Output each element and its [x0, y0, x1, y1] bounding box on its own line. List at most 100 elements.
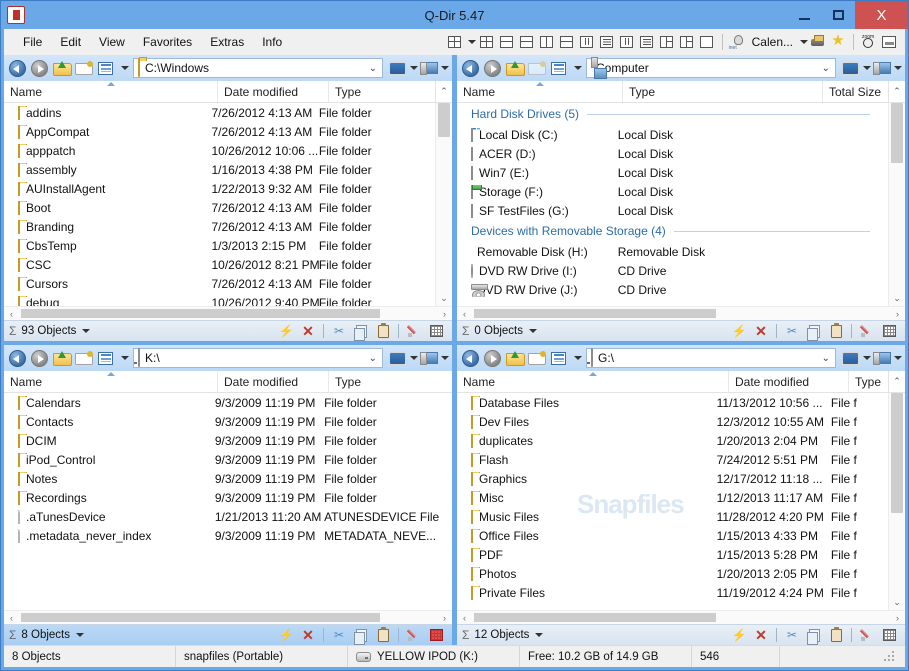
column-header-type[interactable]: Type	[329, 81, 435, 102]
scroll-right-arrow-icon[interactable]: ›	[890, 309, 905, 319]
panel-1-address-bar[interactable]: C:\Windows ⌄	[133, 58, 383, 78]
menu-extras[interactable]: Extras	[201, 32, 253, 52]
scroll-track-h[interactable]	[19, 307, 437, 320]
layout-2-pane-horizontal-icon[interactable]	[559, 34, 575, 50]
scroll-track[interactable]	[436, 103, 452, 290]
panel-4-fullscreen-button[interactable]	[842, 352, 871, 365]
panel-1-computer-button[interactable]	[420, 62, 449, 75]
forward-button[interactable]	[482, 58, 503, 79]
table-row[interactable]: addins7/26/2012 4:13 AMFile folder	[4, 103, 435, 122]
scroll-right-arrow-icon[interactable]: ›	[890, 613, 905, 623]
layout-split-right-icon[interactable]	[679, 34, 695, 50]
scroll-thumb-h[interactable]	[21, 613, 380, 622]
layout-3-pane-top-icon[interactable]	[499, 34, 515, 50]
column-header-type[interactable]: Type	[623, 81, 823, 102]
panel-2-computer-button[interactable]	[873, 62, 902, 75]
chevron-down-icon[interactable]: ⌄	[822, 63, 830, 74]
panel-4-file-list[interactable]: Database Files11/13/2012 10:56 ...File f…	[457, 393, 888, 610]
table-row[interactable]: DVD RW Drive (I:)CD Drive	[457, 261, 888, 280]
panel-4-address-bar[interactable]: G:\ ⌄	[586, 348, 836, 368]
maximize-button[interactable]	[821, 1, 855, 29]
column-header-name[interactable]: Name	[457, 81, 623, 102]
new-folder-button[interactable]	[73, 348, 94, 369]
scroll-thumb-h[interactable]	[474, 613, 716, 622]
back-button[interactable]	[7, 58, 28, 79]
view-grid-caret-icon[interactable]	[570, 66, 582, 70]
menu-info[interactable]: Info	[253, 32, 291, 52]
layout-3-rows-icon[interactable]	[599, 34, 615, 50]
table-row[interactable]: Dev Files12/3/2012 10:55 AMFile f	[457, 412, 888, 431]
chevron-down-icon[interactable]: ⌄	[822, 353, 830, 364]
panel-4-vertical-scrollbar[interactable]: ⌄	[888, 393, 905, 610]
rename-icon[interactable]	[857, 323, 877, 340]
view-grid-caret-icon[interactable]	[570, 356, 582, 360]
scroll-down-arrow-icon[interactable]: ⌄	[440, 290, 448, 306]
view-grid-caret-icon[interactable]	[117, 66, 129, 70]
column-header-name[interactable]: Name	[457, 371, 729, 392]
panel-3-computer-button[interactable]	[420, 352, 449, 365]
scroll-down-arrow-icon[interactable]: ⌄	[893, 594, 901, 610]
scroll-thumb-h[interactable]	[21, 309, 380, 318]
layout-dropdown-caret-icon[interactable]	[465, 40, 477, 44]
table-row[interactable]: CbsTemp1/3/2013 2:15 PMFile folder	[4, 236, 435, 255]
table-row[interactable]: assembly1/16/2013 4:38 PMFile folder	[4, 160, 435, 179]
zoom-icon[interactable]	[861, 34, 877, 50]
scroll-track-h[interactable]	[19, 611, 437, 624]
panel-1-horizontal-scrollbar[interactable]: ‹ ›	[4, 306, 452, 320]
up-folder-button[interactable]	[504, 58, 525, 79]
table-row[interactable]: Music Files11/28/2012 4:20 PMFile f	[457, 507, 888, 526]
paste-icon[interactable]	[373, 627, 393, 644]
table-row[interactable]: Flash7/24/2012 5:51 PMFile f	[457, 450, 888, 469]
cut-icon[interactable]: ✂	[329, 323, 349, 340]
column-header-date[interactable]: Date modified	[218, 81, 329, 102]
menu-file[interactable]: File	[14, 32, 51, 52]
table-row[interactable]: Office Files1/15/2013 4:33 PMFile f	[457, 526, 888, 545]
scroll-right-arrow-icon[interactable]: ›	[437, 309, 452, 319]
panel-2-fullscreen-button[interactable]	[842, 62, 871, 75]
view-grid-button[interactable]	[95, 58, 116, 79]
layout-single-pane-icon[interactable]	[699, 34, 715, 50]
panel-2-address-bar[interactable]: Computer ⌄	[586, 58, 836, 78]
refresh-icon[interactable]: ⚡	[276, 323, 296, 340]
up-folder-button[interactable]	[504, 348, 525, 369]
layout-4-pane-icon[interactable]	[447, 34, 463, 50]
table-row[interactable]: Branding7/26/2012 4:13 AMFile folder	[4, 217, 435, 236]
resize-grip-icon[interactable]	[881, 650, 895, 664]
layout-3-pane-bottom-icon[interactable]	[519, 34, 535, 50]
panel-3-fullscreen-button[interactable]	[389, 352, 418, 365]
column-header-date[interactable]: Date modified	[218, 371, 329, 392]
layout-3-columns-icon[interactable]	[579, 34, 595, 50]
column-header-date[interactable]: Date modified	[729, 371, 849, 392]
table-row[interactable]: Storage (F:)Local Disk	[457, 182, 888, 201]
panel-4-computer-button[interactable]	[873, 352, 902, 365]
table-row[interactable]: Photos1/20/2013 2:05 PMFile f	[457, 564, 888, 583]
scroll-thumb-h[interactable]	[474, 309, 716, 318]
chevron-down-icon[interactable]: ⌄	[369, 63, 377, 74]
copy-icon[interactable]	[351, 323, 371, 340]
table-row[interactable]: ACER (D:)Local Disk	[457, 144, 888, 163]
panel-2-file-list[interactable]: Hard Disk Drives (5)Local Disk (C:)Local…	[457, 103, 888, 306]
star-icon[interactable]: ★	[830, 34, 846, 50]
table-row[interactable]: duplicates1/20/2013 2:04 PMFile f	[457, 431, 888, 450]
up-folder-button[interactable]	[51, 58, 72, 79]
refresh-icon[interactable]: ⚡	[729, 323, 749, 340]
panel-2-vertical-scrollbar[interactable]: ⌄	[888, 103, 905, 306]
scroll-thumb[interactable]	[438, 103, 450, 137]
select-icon[interactable]	[879, 627, 899, 644]
paste-icon[interactable]	[826, 627, 846, 644]
table-row[interactable]: Recordings9/3/2009 11:19 PMFile folder	[4, 488, 452, 507]
layout-split-left-icon[interactable]	[659, 34, 675, 50]
table-row[interactable]: AUInstallAgent1/22/2013 9:32 AMFile fold…	[4, 179, 435, 198]
view-grid-button[interactable]	[95, 348, 116, 369]
back-button[interactable]	[7, 348, 28, 369]
table-row[interactable]: Local Disk (C:)Local Disk	[457, 125, 888, 144]
table-row[interactable]: CSC10/26/2012 8:21 PMFile folder	[4, 255, 435, 274]
table-row[interactable]: apppatch10/26/2012 10:06 ...File folder	[4, 141, 435, 160]
table-row[interactable]: Notes9/3/2009 11:19 PMFile folder	[4, 469, 452, 488]
chevron-down-icon[interactable]	[82, 329, 90, 333]
scroll-right-arrow-icon[interactable]: ›	[437, 613, 452, 623]
chevron-down-icon[interactable]	[529, 329, 537, 333]
new-folder-button[interactable]	[526, 58, 547, 79]
minimize-window-icon[interactable]	[881, 34, 897, 50]
menu-view[interactable]: View	[90, 32, 134, 52]
